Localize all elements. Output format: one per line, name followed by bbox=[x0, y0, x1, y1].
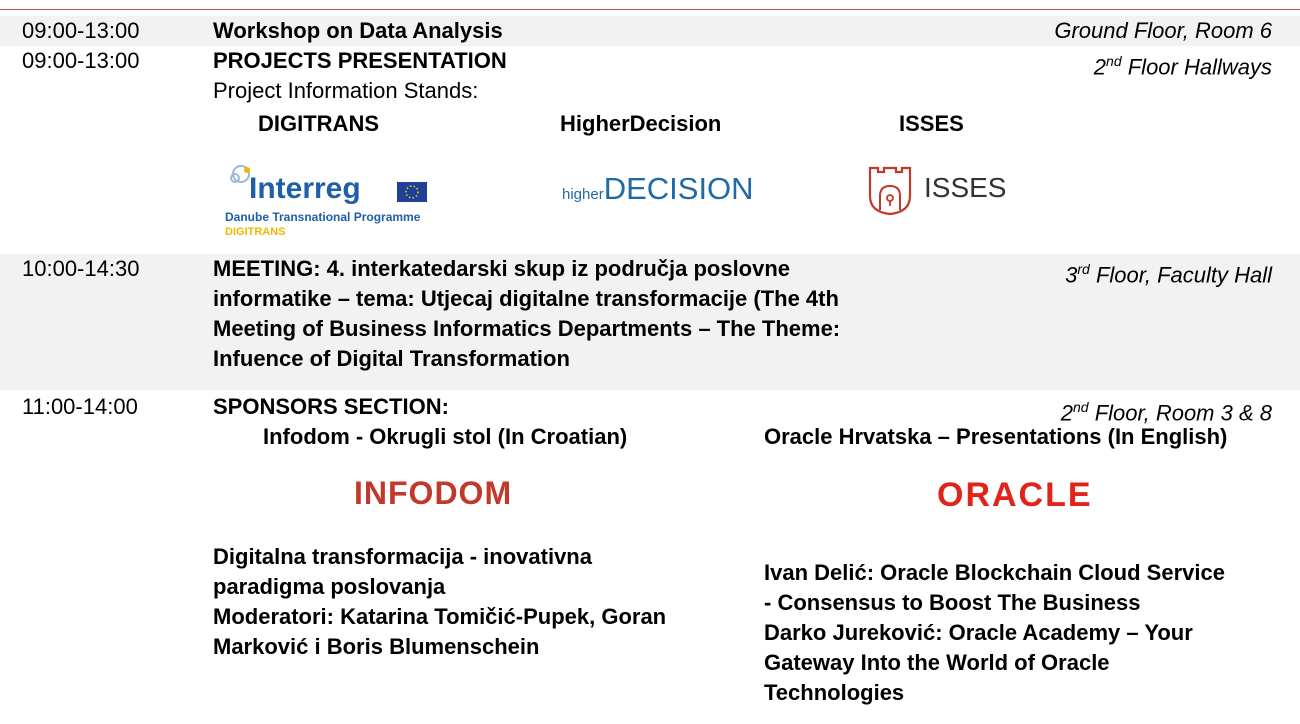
event-time: 09:00-13:00 bbox=[22, 18, 140, 43]
higherdecision-main: DECISION bbox=[603, 171, 754, 206]
sponsor-description-infodom: Digitalna transformacija - inovativna pa… bbox=[213, 544, 667, 659]
event-time: 10:00-14:30 bbox=[22, 256, 140, 281]
event-title: MEETING: 4. interkatedarski skup iz podr… bbox=[213, 256, 841, 371]
event-row-workshop: 09:00-13:00 Workshop on Data Analysis Gr… bbox=[0, 16, 1300, 46]
interreg-subtitle: Danube Transnational Programme bbox=[225, 210, 421, 224]
castle-icon bbox=[868, 166, 912, 216]
interreg-wordmark: Interreg bbox=[249, 172, 361, 205]
isses-wordmark: ISSES bbox=[924, 172, 1007, 203]
event-row-sponsors: 11:00-14:00 SPONSORS SECTION: 2nd Floor,… bbox=[0, 392, 1300, 724]
stand-higherdecision: HigherDecision bbox=[560, 111, 722, 136]
higherdecision-logo: higherDECISION bbox=[562, 171, 754, 207]
infodom-logo: INFODOM bbox=[354, 475, 513, 511]
event-time: 11:00-14:00 bbox=[22, 394, 138, 419]
top-cutoff-line bbox=[0, 0, 1300, 10]
event-row-meeting: 10:00-14:30 MEETING: 4. interkatedarski … bbox=[0, 254, 1300, 390]
divider bbox=[0, 9, 1300, 10]
sponsor-heading-oracle: Oracle Hrvatska – Presentations (In Engl… bbox=[764, 424, 1228, 449]
isses-logo: ISSES bbox=[866, 164, 1036, 220]
stand-digitrans: DIGITRANS bbox=[258, 111, 379, 136]
event-row-projects: 09:00-13:00 PROJECTS PRESENTATION 2nd Fl… bbox=[0, 46, 1300, 250]
event-title: Workshop on Data Analysis bbox=[213, 18, 503, 43]
stands-subtitle: Project Information Stands: bbox=[213, 78, 479, 103]
oracle-logo: ORACLE bbox=[937, 476, 1093, 514]
interreg-project: DIGITRANS bbox=[225, 226, 286, 238]
event-title: PROJECTS PRESENTATION bbox=[213, 48, 507, 73]
stand-isses: ISSES bbox=[899, 111, 964, 136]
event-time: 09:00-13:00 bbox=[22, 48, 140, 73]
event-location: 3rd Floor, Faculty Hall bbox=[1065, 261, 1272, 288]
interreg-logo: Interreg Danube Transnational Programme … bbox=[221, 156, 441, 248]
event-location: 2nd Floor Hallways bbox=[1093, 53, 1272, 80]
sponsor-description-oracle: Ivan Delić: Oracle Blockchain Cloud Serv… bbox=[764, 560, 1225, 705]
sponsor-heading-infodom: Infodom - Okrugli stol (In Croatian) bbox=[263, 424, 628, 449]
higherdecision-prefix: higher bbox=[562, 186, 604, 203]
event-title: SPONSORS SECTION: bbox=[213, 394, 449, 419]
event-location: Ground Floor, Room 6 bbox=[1054, 18, 1272, 43]
